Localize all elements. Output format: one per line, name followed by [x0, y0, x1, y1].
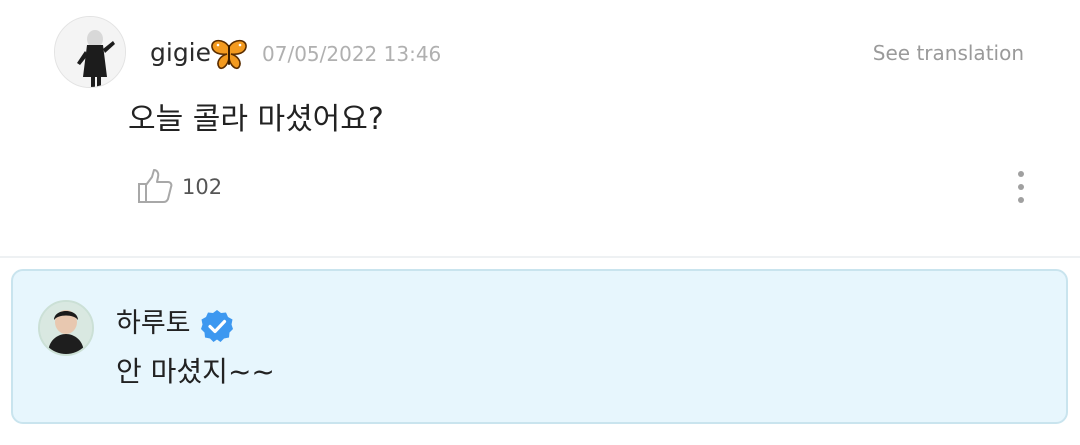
reply-author-avatar[interactable] — [38, 300, 94, 356]
author-avatar[interactable] — [54, 16, 126, 88]
fan-post: gigie 07/05/2022 13:46 See translation 오… — [0, 0, 1080, 256]
verified-badge-icon — [200, 309, 234, 343]
butterfly-icon — [210, 39, 248, 71]
artist-reply-card — [11, 269, 1068, 424]
post-message: 오늘 콜라 마셨어요? — [128, 102, 384, 137]
like-count: 102 — [182, 175, 223, 199]
author-name[interactable]: gigie — [150, 38, 211, 68]
post-timestamp: 07/05/2022 13:46 — [262, 42, 442, 66]
more-vertical-icon[interactable] — [1008, 168, 1034, 208]
reply-author-name[interactable]: 하루토 — [116, 306, 191, 342]
see-translation-link[interactable]: See translation — [873, 39, 1024, 67]
thumbs-up-icon[interactable] — [136, 168, 174, 206]
reply-message: 안 마셨지~~ — [116, 355, 275, 388]
section-divider — [0, 256, 1080, 258]
